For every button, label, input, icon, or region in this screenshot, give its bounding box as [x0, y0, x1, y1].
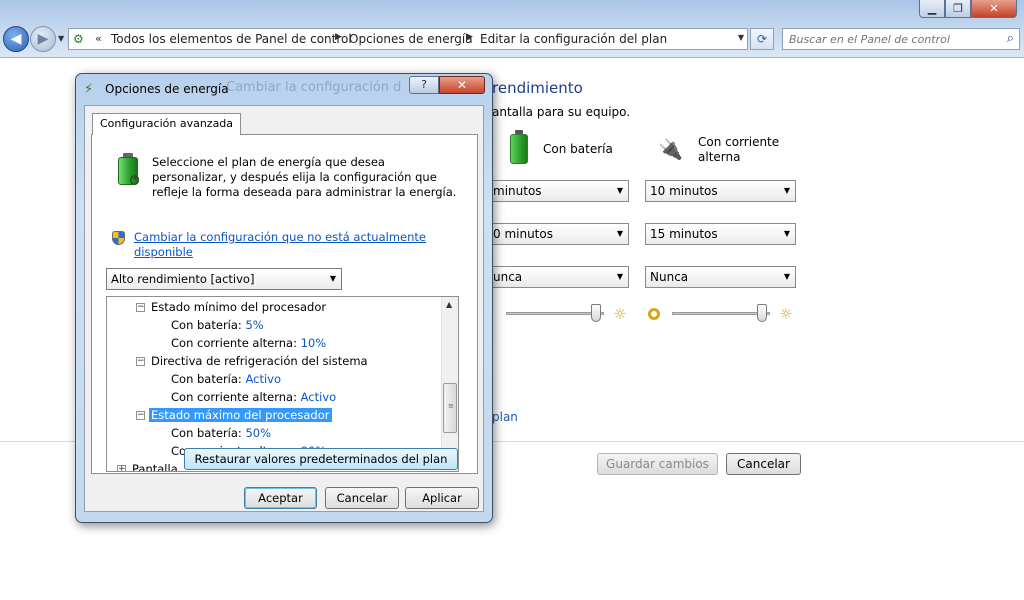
maximize-button[interactable]: ❐ — [945, 0, 971, 18]
scroll-up-icon[interactable]: ▲ — [446, 300, 452, 309]
tree-item-cooling-policy[interactable]: Directiva de refrigeración del sistema — [151, 352, 368, 370]
display-off-battery-select[interactable]: minutos ▼ — [488, 180, 629, 202]
change-unavailable-settings-link[interactable]: Cambiar la configuración que no está act… — [134, 230, 434, 260]
minimize-button[interactable]: ▁ — [919, 0, 945, 18]
chevron-down-icon: ▼ — [783, 272, 790, 281]
save-changes-button[interactable]: Guardar cambios — [597, 453, 718, 475]
control-panel-icon: ⚙ — [73, 32, 84, 46]
settings-tree[interactable]: − Estado mínimo del procesador Con bater… — [106, 296, 459, 472]
sun-icon: ☼ — [779, 305, 793, 323]
brightness-battery-thumb[interactable] — [591, 304, 602, 322]
breadcrumb-edit-plan[interactable]: Editar la configuración del plan — [480, 32, 667, 46]
arrow-right-icon: ▶ — [37, 31, 49, 47]
page-heading: rendimiento — [492, 79, 583, 97]
power-plug-icon: 🔌 — [658, 137, 683, 161]
chevron-down-icon: ▼ — [616, 229, 623, 238]
battery-plug-icon: ⏻ — [114, 151, 144, 189]
refresh-button[interactable]: ⟳ — [750, 28, 774, 50]
tree-item-display[interactable]: Pantalla — [132, 460, 178, 471]
brightness-ac-slider[interactable] — [672, 312, 770, 315]
close-window-button[interactable]: ✕ — [971, 0, 1017, 18]
hibernate-battery-select[interactable]: unca ▼ — [488, 266, 629, 288]
chevron-down-icon: ▼ — [783, 229, 790, 238]
tree-item-min-processor-battery[interactable]: Con batería: 5% — [171, 316, 264, 334]
hibernate-ac-select[interactable]: Nunca ▼ — [645, 266, 796, 288]
tree-item-cooling-ac[interactable]: Con corriente alterna: Activo — [171, 388, 336, 406]
collapse-icon[interactable]: − — [136, 303, 145, 312]
page-description: antalla para su equipo. — [492, 105, 631, 119]
chevron-down-icon: ▼ — [616, 272, 623, 281]
uac-shield-icon — [112, 231, 125, 245]
intro-text: Seleccione el plan de energía que desea … — [152, 155, 457, 199]
plan-select[interactable]: Alto rendimiento [activo] ▼ — [106, 268, 342, 290]
close-dialog-button[interactable]: ✕ — [439, 76, 485, 94]
forward-button[interactable]: ▶ — [30, 26, 56, 52]
arrow-left-icon: ◀ — [10, 31, 22, 47]
tree-item-max-processor-battery[interactable]: Con batería: 50% — [171, 424, 271, 442]
expand-icon[interactable]: + — [117, 465, 126, 471]
tree-item-min-processor[interactable]: Estado mínimo del procesador — [151, 298, 326, 316]
chevron-down-icon: ▼ — [616, 186, 623, 195]
breadcrumb-separator-icon[interactable]: ▶ — [335, 32, 342, 42]
accept-button[interactable]: Aceptar — [244, 487, 317, 509]
search-icon[interactable]: ⌕ — [1007, 31, 1014, 46]
chevron-down-icon: ▼ — [783, 186, 790, 195]
dialog-body: Configuración avanzada ⏻ Seleccione el p… — [84, 105, 484, 512]
apply-button[interactable]: Aplicar — [405, 487, 479, 509]
help-button[interactable]: ? — [409, 76, 439, 94]
scrollbar-thumb[interactable]: ≡ — [443, 383, 457, 433]
grip-icon: ≡ — [448, 402, 454, 410]
tree-item-max-processor[interactable]: Estado máximo del procesador — [149, 406, 332, 424]
brightness-battery-slider[interactable] — [506, 312, 604, 315]
sleep-battery-select[interactable]: 0 minutos ▼ — [488, 223, 629, 245]
collapse-icon[interactable]: − — [136, 411, 145, 420]
breadcrumb-overflow-icon[interactable]: « — [95, 32, 102, 45]
battery-column-label: Con batería — [543, 142, 613, 156]
close-icon: ✕ — [456, 78, 468, 92]
refresh-icon: ⟳ — [756, 32, 768, 46]
breadcrumb-power-options[interactable]: Opciones de energía — [349, 32, 473, 46]
ac-column-label: Con corriente alterna — [698, 135, 780, 164]
chevron-down-icon: ▼ — [329, 274, 336, 283]
tab-advanced-settings[interactable]: Configuración avanzada — [92, 113, 242, 135]
tree-item-cooling-battery[interactable]: Con batería: Activo — [171, 370, 281, 388]
restore-defaults-button[interactable]: Restaurar valores predeterminados del pl… — [184, 448, 458, 470]
tree-item-min-processor-ac[interactable]: Con corriente alterna: 10% — [171, 334, 326, 352]
advanced-settings-panel: ⏻ Seleccione el plan de energía que dese… — [91, 134, 478, 474]
address-bar[interactable]: ⚙ « Todos los elementos de Panel de cont… — [68, 28, 748, 50]
sleep-ac-select[interactable]: 15 minutos ▼ — [645, 223, 796, 245]
search-box[interactable]: ⌕ — [782, 28, 1020, 50]
display-off-ac-select[interactable]: 10 minutos ▼ — [645, 180, 796, 202]
battery-icon — [510, 130, 528, 164]
power-options-icon: ⚡ — [84, 82, 94, 97]
cancel-button[interactable]: Cancelar — [726, 453, 801, 475]
brightness-ac-thumb[interactable] — [757, 304, 768, 322]
sun-icon: ☼ — [613, 305, 627, 323]
dim-sun-icon — [648, 308, 660, 320]
search-input[interactable] — [789, 31, 997, 47]
breadcrumb-all-items[interactable]: Todos los elementos de Panel de control — [111, 32, 352, 46]
background-title-ghost: Cambiar la configuración d — [226, 80, 402, 95]
cancel-button[interactable]: Cancelar — [325, 487, 399, 509]
explorer-toolbar: ▁ ❐ ✕ ◀ ▶ ▼ ⚙ « Todos los elementos de P… — [0, 0, 1024, 58]
address-dropdown-icon[interactable]: ▼ — [738, 33, 744, 42]
power-options-dialog: Cambiar la configuración d ⚡ Opciones de… — [75, 73, 493, 523]
dialog-title: Opciones de energía — [105, 82, 229, 96]
restore-defaults-link[interactable]: plan — [492, 410, 518, 424]
breadcrumb-separator-icon[interactable]: ▶ — [466, 32, 473, 42]
tree-scrollbar[interactable]: ▲ ≡ ▼ — [441, 297, 458, 471]
back-button[interactable]: ◀ — [3, 26, 29, 52]
recent-pages-dropdown[interactable]: ▼ — [58, 34, 64, 43]
collapse-icon[interactable]: − — [136, 357, 145, 366]
